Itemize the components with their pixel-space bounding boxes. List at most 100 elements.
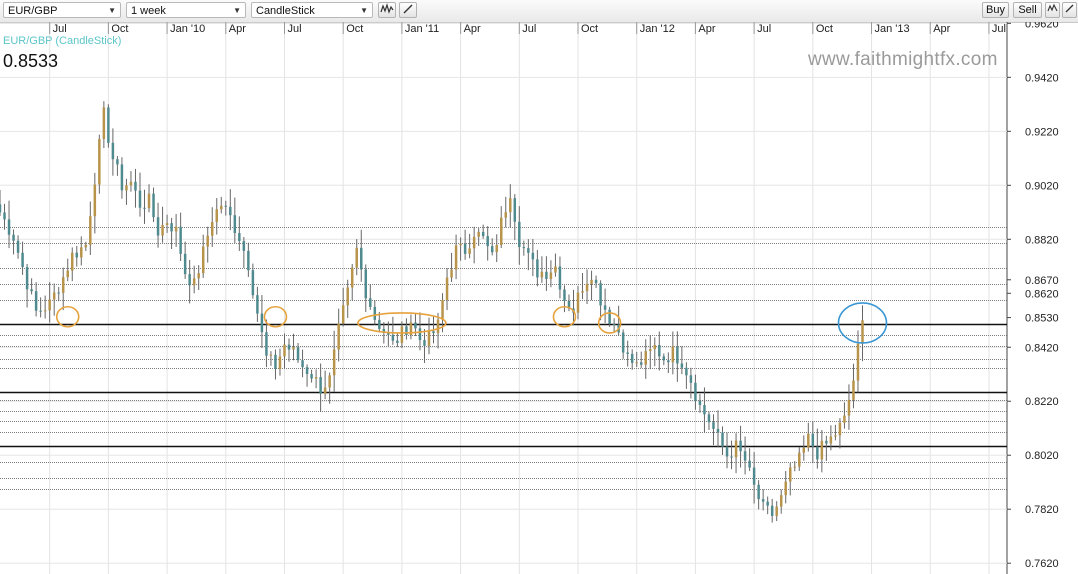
buy-button-label: Buy [986, 4, 1005, 16]
candle-body [698, 400, 702, 406]
x-tick-label: Jan '13 [875, 23, 910, 35]
candle-body [667, 360, 670, 363]
candle-body [364, 269, 368, 299]
candle-body [341, 305, 345, 324]
candle-body [98, 139, 101, 185]
candle-body [730, 456, 733, 458]
x-tick-label: Jan '11 [405, 23, 439, 35]
candle-body [7, 219, 11, 235]
candle-body [292, 347, 295, 350]
candle-body [147, 193, 151, 209]
candle-body [603, 305, 607, 310]
candle-body [179, 226, 182, 254]
draw-line-icon [403, 4, 413, 14]
candle-body [107, 107, 110, 143]
y-tick-label: 0.8530 [1025, 313, 1059, 325]
buy-button[interactable]: Buy [982, 2, 1009, 18]
candle-body [378, 319, 381, 329]
candle-body [856, 343, 860, 381]
chevron-down-icon: ▼ [233, 6, 241, 15]
x-tick-label: Apr [933, 23, 950, 35]
candle-body [649, 349, 652, 352]
candle-body [662, 356, 666, 361]
y-tick-label: 0.9420 [1025, 72, 1059, 84]
candle-body [206, 235, 209, 247]
candle-body [89, 216, 92, 245]
highlight-circles [55, 302, 888, 344]
candle-body [712, 422, 715, 429]
candle-body [102, 107, 106, 140]
x-tick-label: Apr [698, 23, 715, 35]
last-price: 0.8533 [3, 51, 58, 71]
y-tick-label: 0.9020 [1025, 180, 1059, 192]
candle-body [0, 204, 2, 213]
x-tick-label: Oct [346, 23, 363, 35]
candle-body [48, 299, 51, 311]
candle-body [432, 331, 435, 334]
candle-body [21, 252, 24, 268]
candle-body [481, 231, 485, 237]
candle-body [522, 247, 526, 249]
draw-line-icon [1065, 4, 1074, 13]
candle-body [25, 267, 29, 290]
candle-body [247, 250, 250, 271]
candle-body [323, 387, 327, 394]
candle-body [748, 460, 751, 468]
x-tick-label: Jan '12 [640, 23, 675, 35]
candle-body [775, 506, 778, 516]
candle-body [734, 440, 738, 458]
sell-button[interactable]: Sell [1013, 2, 1042, 18]
candle-body [355, 247, 358, 268]
chevron-down-icon: ▼ [360, 6, 368, 15]
candle-body [630, 353, 634, 363]
candle-body [30, 289, 33, 292]
candle-body [310, 374, 313, 379]
candle-body [418, 328, 422, 341]
candle-body [414, 322, 417, 329]
symbol-dropdown[interactable]: EUR/GBP ▼ [3, 2, 121, 18]
candle-body [332, 349, 336, 376]
candle-body [224, 205, 228, 207]
y-tick-label: 0.9220 [1025, 126, 1059, 138]
indicators-button[interactable] [378, 2, 396, 18]
candle-body [829, 436, 833, 444]
candle-body [477, 231, 480, 237]
x-tick-label: Jul [992, 23, 1006, 35]
x-tick-label: Jul [287, 23, 301, 35]
chart-type-label: CandleStick [256, 5, 315, 17]
candle-body [843, 415, 846, 423]
x-tick-label: Jan '10 [170, 23, 205, 35]
candle-body [490, 246, 494, 253]
interval-dropdown[interactable]: 1 week ▼ [126, 2, 246, 18]
candle-body [111, 142, 115, 160]
candle-body [274, 354, 277, 369]
candle-body [721, 432, 724, 447]
candle-body [120, 164, 124, 191]
candle-body [694, 382, 697, 401]
draw-tool-button[interactable] [399, 2, 417, 18]
candle-body [192, 278, 196, 286]
candle-body [423, 340, 426, 346]
candle-body [287, 344, 291, 350]
candle-body [391, 334, 395, 341]
indicator-wave-icon [1047, 3, 1058, 12]
x-tick-label: Apr [464, 23, 481, 35]
candle-body [269, 354, 273, 356]
chart-area[interactable]: Jul Oct Jan '10 Apr Jul Oct Jan '11 Apr Jul Oct Ja… [0, 22, 1078, 574]
draw-tool-button-right[interactable] [1062, 2, 1077, 18]
y-tick-label: 0.8820 [1025, 234, 1059, 246]
y-tick-label: 0.8220 [1025, 396, 1059, 408]
candle-body [233, 215, 237, 234]
candle-body [463, 243, 467, 254]
candle-body [116, 159, 119, 165]
candle-body [680, 363, 684, 368]
chart-type-dropdown[interactable]: CandleStick ▼ [251, 2, 373, 18]
candle-body [707, 414, 711, 423]
indicators-button-right[interactable] [1045, 2, 1060, 18]
horizontal-levels [0, 227, 1007, 490]
candle-body [816, 446, 819, 460]
y-tick-label: 0.8420 [1025, 342, 1059, 354]
x-tick-label: Jul [522, 23, 536, 35]
candle-body [725, 446, 729, 457]
candle-body [766, 501, 769, 506]
